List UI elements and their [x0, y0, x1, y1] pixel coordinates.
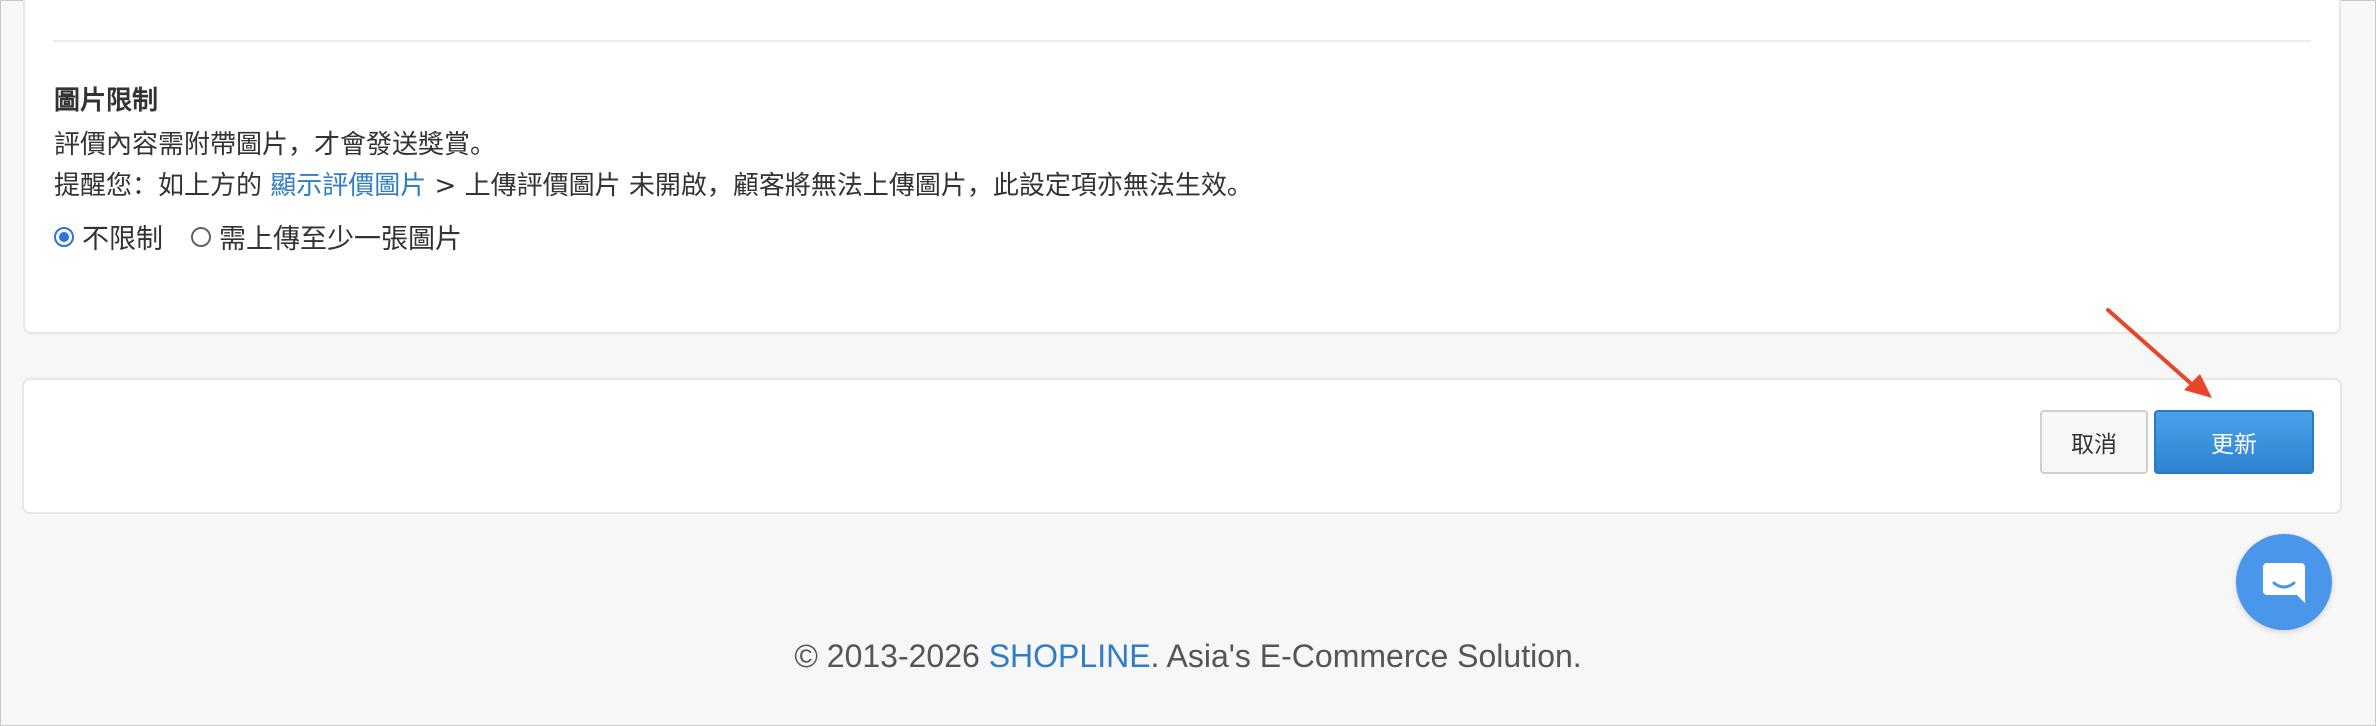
update-button[interactable]: 更新 — [2154, 410, 2314, 474]
red-arrow-annotation-icon — [2106, 308, 2212, 398]
radio-label-no-limit: 不限制 — [82, 224, 163, 255]
image-restriction-reminder: 提醒您：如上方的 顯示評價圖片 > 上傳評價圖片 未開啟，顧客將無法上傳圖片，此… — [54, 165, 1253, 202]
reminder-prefix: 提醒您：如上方的 — [54, 171, 271, 201]
section-divider — [53, 40, 2311, 42]
radio-option-require-image[interactable]: 需上傳至少一張圖片 — [191, 217, 462, 256]
image-restriction-title: 圖片限制 — [54, 86, 159, 116]
show-review-images-link[interactable]: 顯示評價圖片 — [270, 171, 426, 201]
action-bar: 取消 更新 — [22, 378, 2342, 514]
footer-tagline: . Asia's E-Commerce Solution. — [1150, 638, 1582, 674]
chat-bubble-icon — [2263, 563, 2305, 603]
footer-copyright: © 2013-2026 — [794, 638, 989, 674]
radio-no-limit[interactable] — [54, 226, 74, 247]
cancel-button[interactable]: 取消 — [2040, 410, 2148, 474]
shopline-link[interactable]: SHOPLINE — [989, 638, 1151, 674]
reminder-suffix: > 上傳評價圖片 未開啟，顧客將無法上傳圖片，此設定項亦無法生效。 — [426, 171, 1253, 201]
radio-option-no-limit[interactable]: 不限制 — [54, 217, 163, 256]
chat-launcher-button[interactable] — [2236, 534, 2332, 630]
footer: © 2013-2026 SHOPLINE. Asia's E-Commerce … — [0, 638, 2376, 675]
image-restriction-description: 評價內容需附帶圖片，才會發送獎賞。 — [54, 130, 497, 160]
image-restriction-options: 不限制 需上傳至少一張圖片 — [54, 217, 462, 256]
radio-require-image[interactable] — [191, 226, 211, 247]
radio-label-require-image: 需上傳至少一張圖片 — [219, 224, 462, 255]
